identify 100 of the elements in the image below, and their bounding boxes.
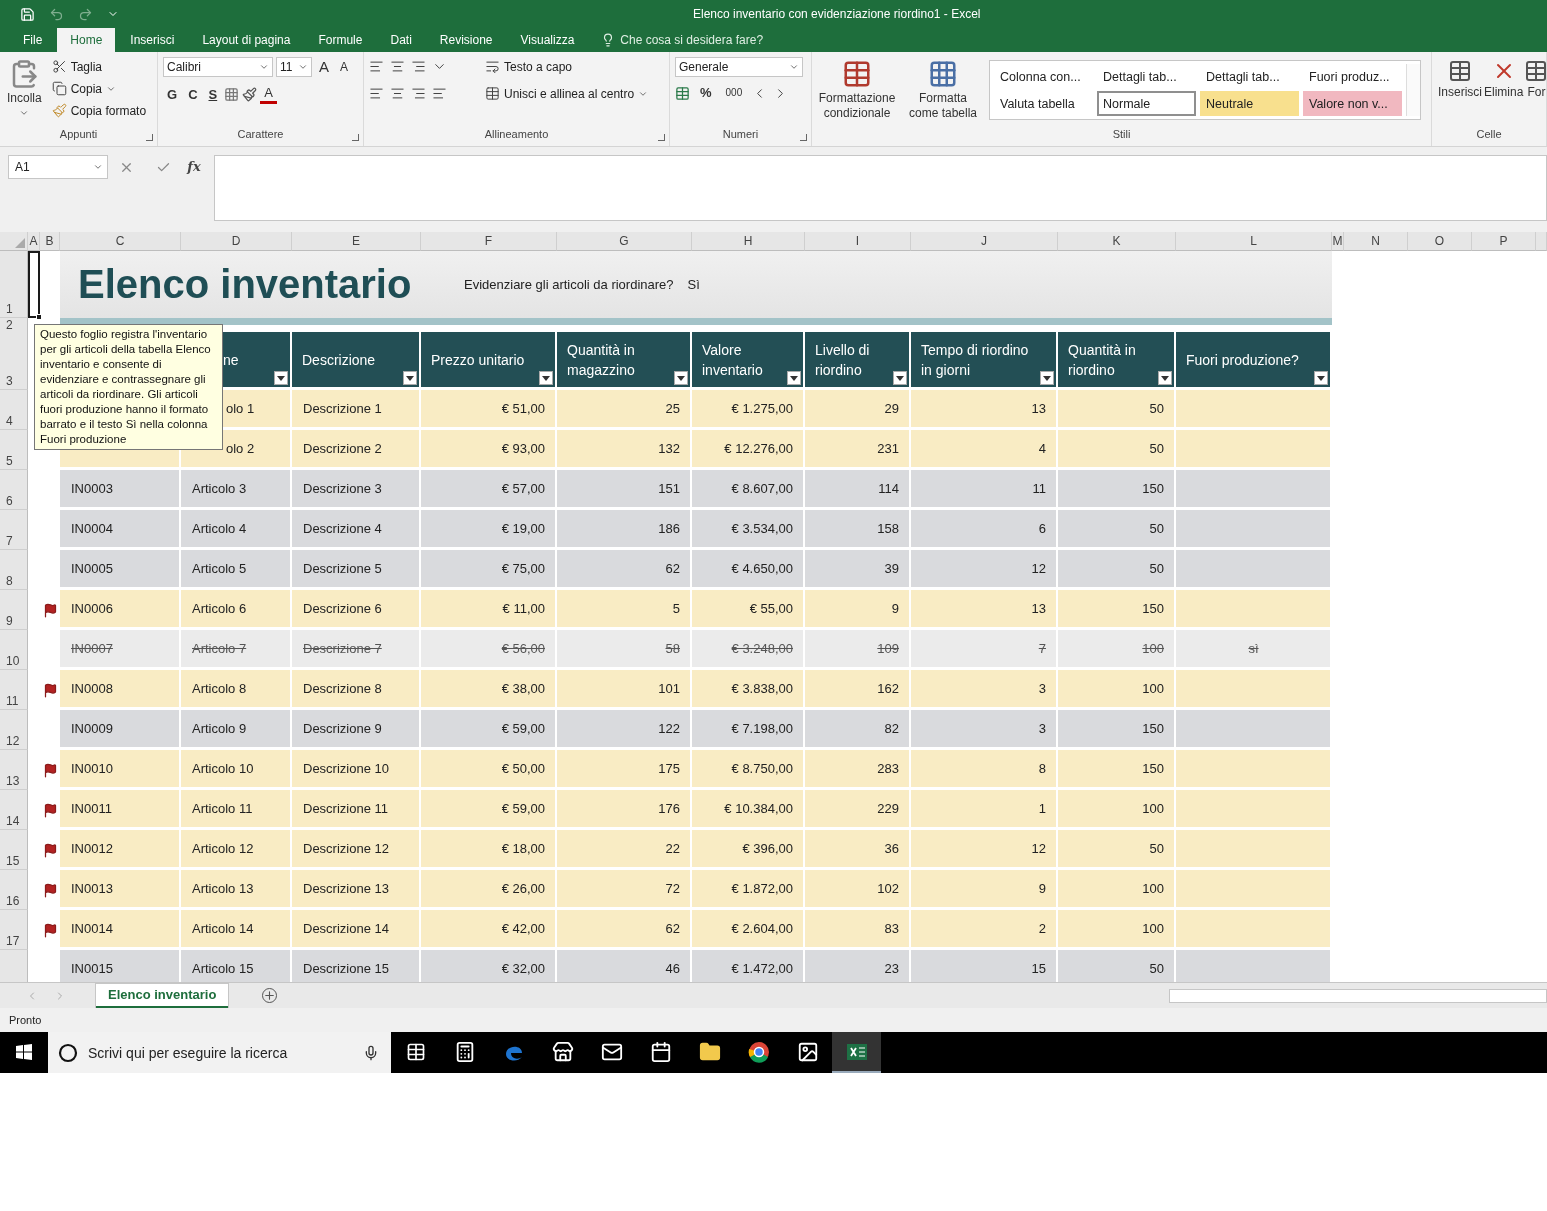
launcher-icon[interactable] (352, 134, 359, 141)
row-header[interactable]: 12 (0, 710, 28, 750)
top-align-icon[interactable] (369, 59, 384, 74)
currency-icon[interactable] (675, 85, 690, 101)
bold-button[interactable]: G (163, 86, 182, 103)
row-header[interactable]: 17 (0, 910, 28, 950)
ribbon-tab[interactable]: Formule (305, 28, 376, 52)
start-icon[interactable] (16, 1044, 32, 1060)
ribbon-tab[interactable]: Visualizza (507, 28, 588, 52)
column-header[interactable]: D (181, 232, 292, 251)
cell-style-item[interactable]: Valore non v... (1303, 91, 1402, 116)
column-header[interactable]: I (805, 232, 911, 251)
column-header[interactable]: E (292, 232, 421, 251)
gallery-scrollbar[interactable] (1406, 64, 1420, 116)
indent-icon[interactable] (432, 86, 447, 101)
ribbon-tab[interactable]: Home (57, 28, 116, 52)
row-header[interactable]: 13 (0, 750, 28, 790)
ribbon-tab[interactable]: File (10, 28, 56, 52)
align-right-icon[interactable] (411, 86, 426, 101)
shrink-font-button[interactable]: A (336, 59, 353, 75)
conditional-formatting-button[interactable]: Formattazione condizionale (817, 57, 897, 128)
row-header[interactable]: 10 (0, 630, 28, 670)
middle-align-icon[interactable] (390, 59, 405, 74)
launcher-icon[interactable] (658, 134, 665, 141)
microphone-icon[interactable] (363, 1044, 379, 1061)
thousands-button[interactable]: 000 (721, 85, 747, 101)
launcher-icon[interactable] (800, 134, 807, 141)
wrap-text-button[interactable]: Testo a capo (483, 57, 575, 76)
font-color-button[interactable]: A (260, 85, 277, 104)
ribbon-tab[interactable]: Layout di pagina (189, 28, 304, 52)
cell-style-item[interactable]: Normale (1097, 91, 1196, 116)
filter-button[interactable] (1040, 371, 1054, 385)
delete-button[interactable]: Elimina (1483, 57, 1525, 128)
italic-button[interactable]: C (184, 86, 202, 103)
paste-button[interactable]: Incolla (5, 57, 44, 128)
taskbar-button[interactable] (832, 1032, 881, 1073)
column-header[interactable]: M (1332, 232, 1344, 251)
column-header[interactable]: K (1058, 232, 1176, 251)
grow-font-button[interactable]: A (315, 59, 333, 75)
row-header[interactable]: 6 (0, 470, 28, 510)
format-button[interactable]: For (1524, 57, 1546, 128)
ribbon-tab[interactable]: Dati (377, 28, 425, 52)
copy-button[interactable]: Copia (49, 79, 149, 98)
tell-me-field[interactable]: Che cosa si desidera fare? (589, 28, 764, 52)
ribbon-tab[interactable]: Inserisci (117, 28, 188, 52)
fill-color-icon[interactable] (242, 87, 258, 102)
row-header[interactable]: 8 (0, 550, 28, 590)
underline-button[interactable]: S (204, 86, 222, 103)
filter-button[interactable] (274, 371, 288, 385)
row-header[interactable]: 11 (0, 670, 28, 710)
borders-icon[interactable] (224, 87, 240, 102)
cut-button[interactable]: Taglia (49, 57, 149, 76)
row-header[interactable]: 15 (0, 830, 28, 870)
column-header[interactable]: G (557, 232, 692, 251)
row-header[interactable]: 9 (0, 590, 28, 630)
search-field[interactable]: Scrivi qui per eseguire la ricerca (86, 1043, 355, 1062)
percent-button[interactable]: % (696, 85, 716, 101)
filter-button[interactable] (787, 371, 801, 385)
filter-button[interactable] (1158, 371, 1172, 385)
merge-center-button[interactable]: Unisci e allinea al centro (483, 84, 651, 103)
column-header[interactable]: B (40, 232, 60, 251)
circle-icon[interactable] (58, 1042, 78, 1063)
column-header[interactable]: F (421, 232, 557, 251)
column-header[interactable]: A (28, 232, 40, 251)
format-painter-button[interactable]: Copia formato (49, 101, 149, 120)
column-header[interactable]: P (1472, 232, 1536, 251)
font-name-field[interactable]: Calibri (163, 57, 273, 77)
filter-button[interactable] (403, 371, 417, 385)
row-header[interactable]: 16 (0, 870, 28, 910)
column-header[interactable]: J (911, 232, 1058, 251)
align-center-icon[interactable] (390, 86, 405, 101)
save-icon[interactable] (20, 6, 35, 22)
filter-button[interactable] (1314, 371, 1328, 385)
column-header[interactable]: H (692, 232, 805, 251)
undo-icon[interactable] (49, 6, 64, 22)
row-header[interactable]: 3 (0, 332, 28, 390)
bottom-align-icon[interactable] (411, 59, 426, 74)
launcher-icon[interactable] (146, 134, 153, 141)
format-as-table-button[interactable]: Formatta come tabella (903, 57, 983, 128)
row-header[interactable]: 4 (0, 390, 28, 430)
cell-style-item[interactable]: Neutrale (1200, 91, 1299, 116)
insert-button[interactable]: Inserisci (1437, 57, 1483, 128)
number-format-field[interactable]: Generale (675, 57, 803, 77)
filter-button[interactable] (893, 371, 907, 385)
column-header[interactable]: O (1408, 232, 1472, 251)
row-header[interactable]: 14 (0, 790, 28, 830)
column-header[interactable]: C (60, 232, 181, 251)
search-bar[interactable]: Scrivi qui per eseguire la ricerca (48, 1032, 391, 1073)
ribbon-tab[interactable]: Revisione (426, 28, 506, 52)
column-header[interactable]: N (1344, 232, 1408, 251)
insert-function-button[interactable]: fx (182, 155, 206, 179)
sheet-tab[interactable]: Elenco inventario (96, 983, 229, 1008)
row-header[interactable]: 5 (0, 430, 28, 470)
horizontal-scrollbar[interactable] (1169, 988, 1547, 1003)
row-header[interactable]: 1 (0, 251, 28, 318)
align-left-icon[interactable] (369, 86, 384, 101)
formula-field[interactable] (214, 155, 1547, 221)
redo-icon[interactable] (78, 6, 93, 22)
column-header[interactable]: L (1176, 232, 1332, 251)
filter-button[interactable] (539, 371, 553, 385)
